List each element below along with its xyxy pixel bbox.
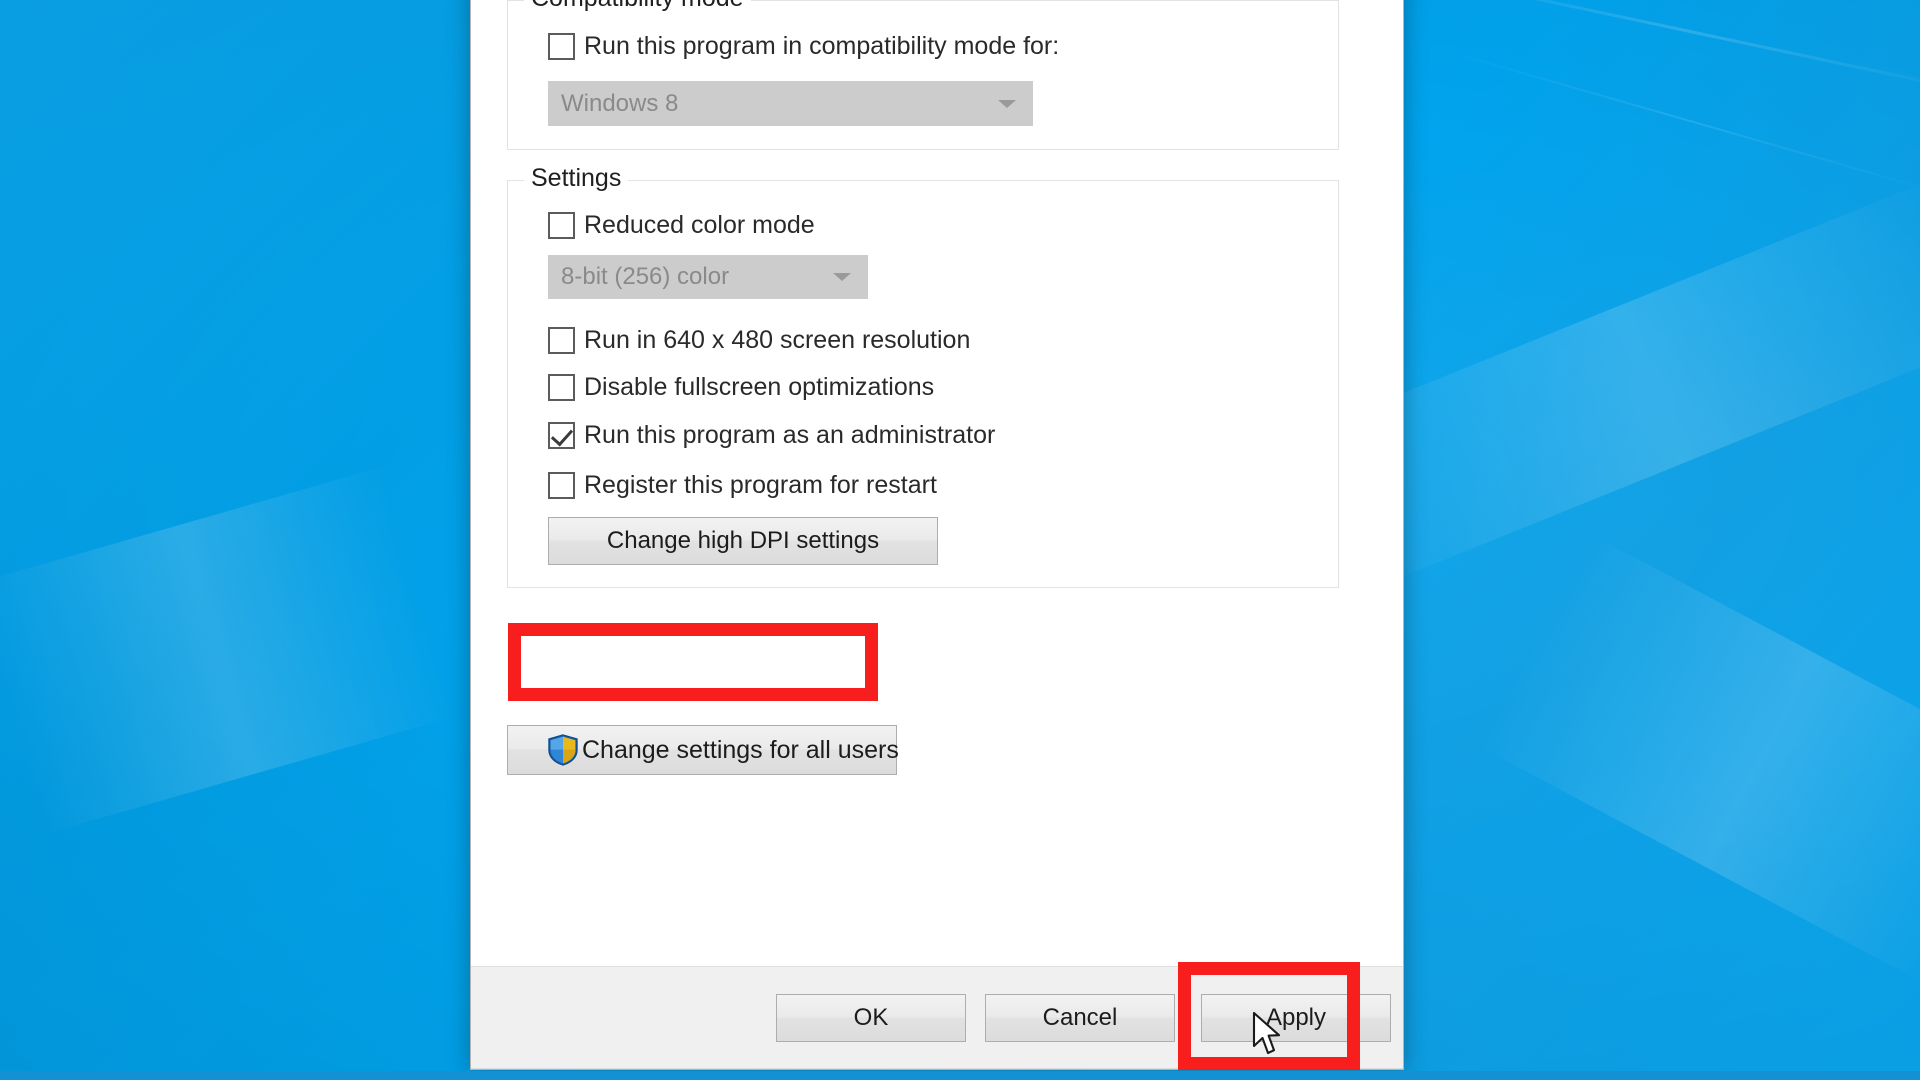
ok-button[interactable]: OK	[776, 994, 966, 1042]
color-depth-select[interactable]: 8-bit (256) color	[548, 255, 868, 299]
compatibility-mode-group-title: Compatibility mode	[524, 0, 751, 13]
checkbox-label: Run in 640 x 480 screen resolution	[584, 326, 971, 354]
compatibility-os-value: Windows 8	[561, 89, 679, 117]
checkbox-label: Register this program for restart	[584, 471, 937, 499]
checkbox-reduced-color-mode[interactable]: Reduced color mode	[548, 211, 815, 240]
all-users-button-label: Change settings for all users	[582, 735, 899, 764]
checkbox-icon[interactable]	[548, 212, 575, 239]
checkbox-icon[interactable]	[548, 327, 575, 354]
apply-button[interactable]: Apply	[1201, 994, 1391, 1042]
checkbox-run-640x480[interactable]: Run in 640 x 480 screen resolution	[548, 326, 970, 355]
desktop-bottom-band	[0, 1071, 1920, 1080]
desktop-background: Run compatibility troubleshooter How do …	[0, 0, 1920, 1080]
ok-button-label: OK	[853, 1004, 889, 1031]
cancel-button[interactable]: Cancel	[985, 994, 1175, 1042]
cancel-button-label: Cancel	[1042, 1004, 1118, 1031]
compatibility-mode-group: Compatibility mode Run this program in c…	[507, 0, 1339, 150]
compatibility-os-select[interactable]: Windows 8	[548, 81, 1033, 126]
dialog-footer: OK Cancel Apply	[471, 966, 1403, 1068]
checkbox-register-program-for-restart[interactable]: Register this program for restart	[548, 471, 937, 500]
checkbox-label: Run this program as an administrator	[584, 421, 996, 449]
chevron-down-icon	[833, 273, 851, 281]
chevron-down-icon	[998, 99, 1016, 108]
checkbox-run-as-administrator[interactable]: Run this program as an administrator	[548, 421, 995, 450]
color-depth-value: 8-bit (256) color	[561, 263, 730, 290]
checkbox-icon[interactable]	[548, 472, 575, 499]
wallpaper-streak	[1474, 531, 1920, 989]
checkbox-label: Run this program in compatibility mode f…	[584, 32, 1060, 60]
compatibility-tab-sheet: Run compatibility troubleshooter How do …	[471, 0, 1403, 966]
uac-shield-icon	[548, 734, 578, 766]
wallpaper-streak	[0, 465, 458, 835]
settings-group-title: Settings	[524, 164, 629, 193]
wallpaper-streak	[1386, 0, 1920, 98]
change-settings-for-all-users-button[interactable]: Change settings for all users	[507, 725, 899, 775]
settings-group: Settings Reduced color mode 8-bit (256) …	[507, 164, 1339, 588]
dpi-button-label: Change high DPI settings	[606, 527, 880, 554]
checkbox-icon-checked[interactable]	[548, 422, 575, 449]
checkbox-run-in-compatibility-mode[interactable]: Run this program in compatibility mode f…	[548, 32, 1059, 61]
change-high-dpi-settings-button[interactable]: Change high DPI settings	[548, 517, 938, 565]
checkbox-disable-fullscreen-optimizations[interactable]: Disable fullscreen optimizations	[548, 373, 934, 402]
dialog-body: Run compatibility troubleshooter How do …	[471, 0, 1403, 1069]
checkbox-label: Reduced color mode	[584, 211, 815, 239]
properties-dialog: Run compatibility troubleshooter How do …	[470, 0, 1404, 1070]
checkbox-icon[interactable]	[548, 33, 575, 60]
apply-button-label: Apply	[1265, 1004, 1327, 1031]
checkbox-icon[interactable]	[548, 374, 575, 401]
checkbox-label: Disable fullscreen optimizations	[584, 373, 935, 401]
wallpaper-streak	[1439, 48, 1920, 194]
